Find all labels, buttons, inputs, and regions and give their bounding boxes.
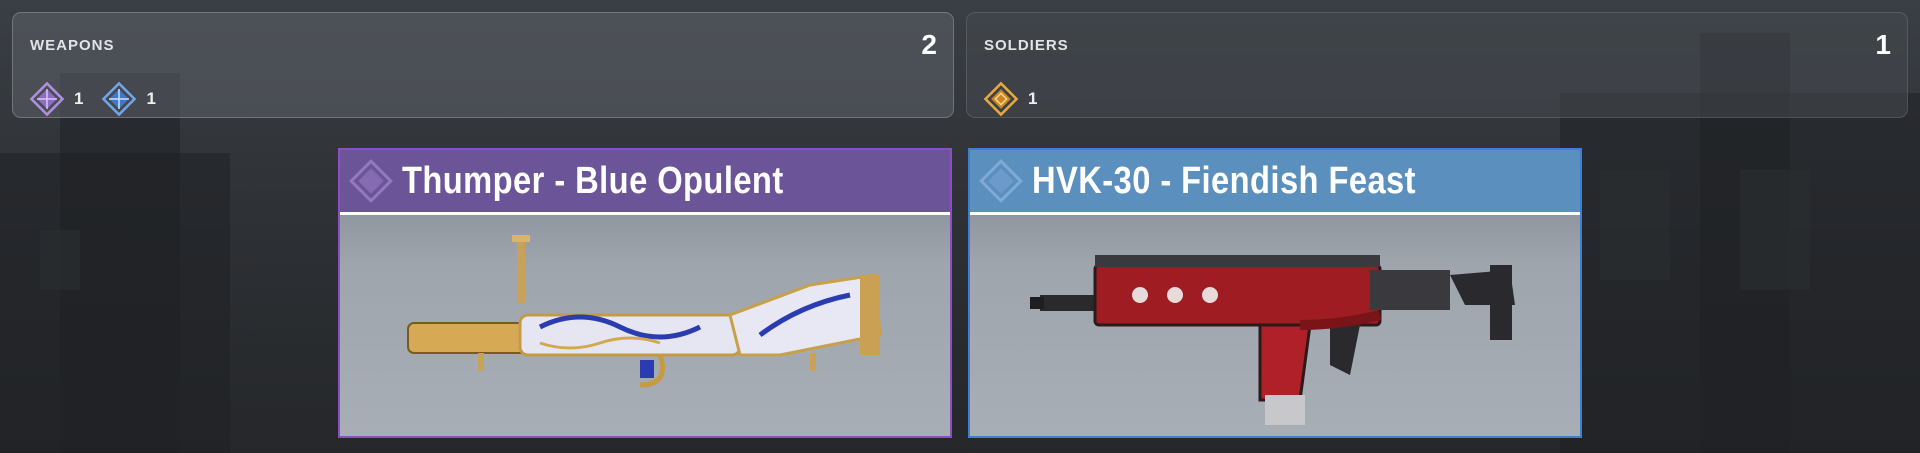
soldiers-rarity-item: 1	[983, 81, 1037, 117]
reward-card-thumper[interactable]: Thumper - Blue Opulent	[338, 148, 952, 438]
blue-rarity-diamond-icon	[979, 159, 1023, 203]
soldiers-summary-panel: SOLDIERS 1 1	[966, 12, 1908, 118]
card-title: Thumper - Blue Opulent	[402, 160, 784, 202]
assault-rifle-weapon-image	[1030, 255, 1515, 425]
blue-rarity-diamond-icon	[102, 81, 137, 117]
weapons-blue-count: 1	[146, 89, 156, 108]
soldiers-rarity-list: 1	[983, 81, 1037, 117]
weapons-title: WEAPONS	[30, 37, 115, 54]
card-header: Thumper - Blue Opulent	[340, 150, 950, 215]
card-header: HVK-30 - Fiendish Feast	[970, 150, 1580, 215]
card-title: HVK-30 - Fiendish Feast	[1032, 160, 1416, 202]
weapons-purple-count: 1	[74, 89, 84, 108]
purple-rarity-diamond-icon	[29, 81, 65, 117]
soldiers-count: 1	[1875, 29, 1891, 60]
reward-card-hvk30[interactable]: HVK-30 - Fiendish Feast	[968, 148, 1582, 438]
soldiers-gold-count: 1	[1028, 89, 1038, 108]
gold-rarity-diamond-icon	[983, 81, 1019, 117]
weapons-summary-panel: WEAPONS 2 1 1	[12, 12, 954, 118]
grenade-launcher-weapon-image	[407, 235, 882, 388]
weapons-rarity-item: 1	[101, 81, 156, 117]
weapons-count: 2	[921, 29, 937, 60]
soldiers-title: SOLDIERS	[984, 37, 1069, 54]
purple-rarity-diamond-icon	[349, 159, 393, 203]
weapons-rarity-list: 1 1	[29, 81, 156, 117]
weapons-rarity-item: 1	[29, 81, 83, 117]
